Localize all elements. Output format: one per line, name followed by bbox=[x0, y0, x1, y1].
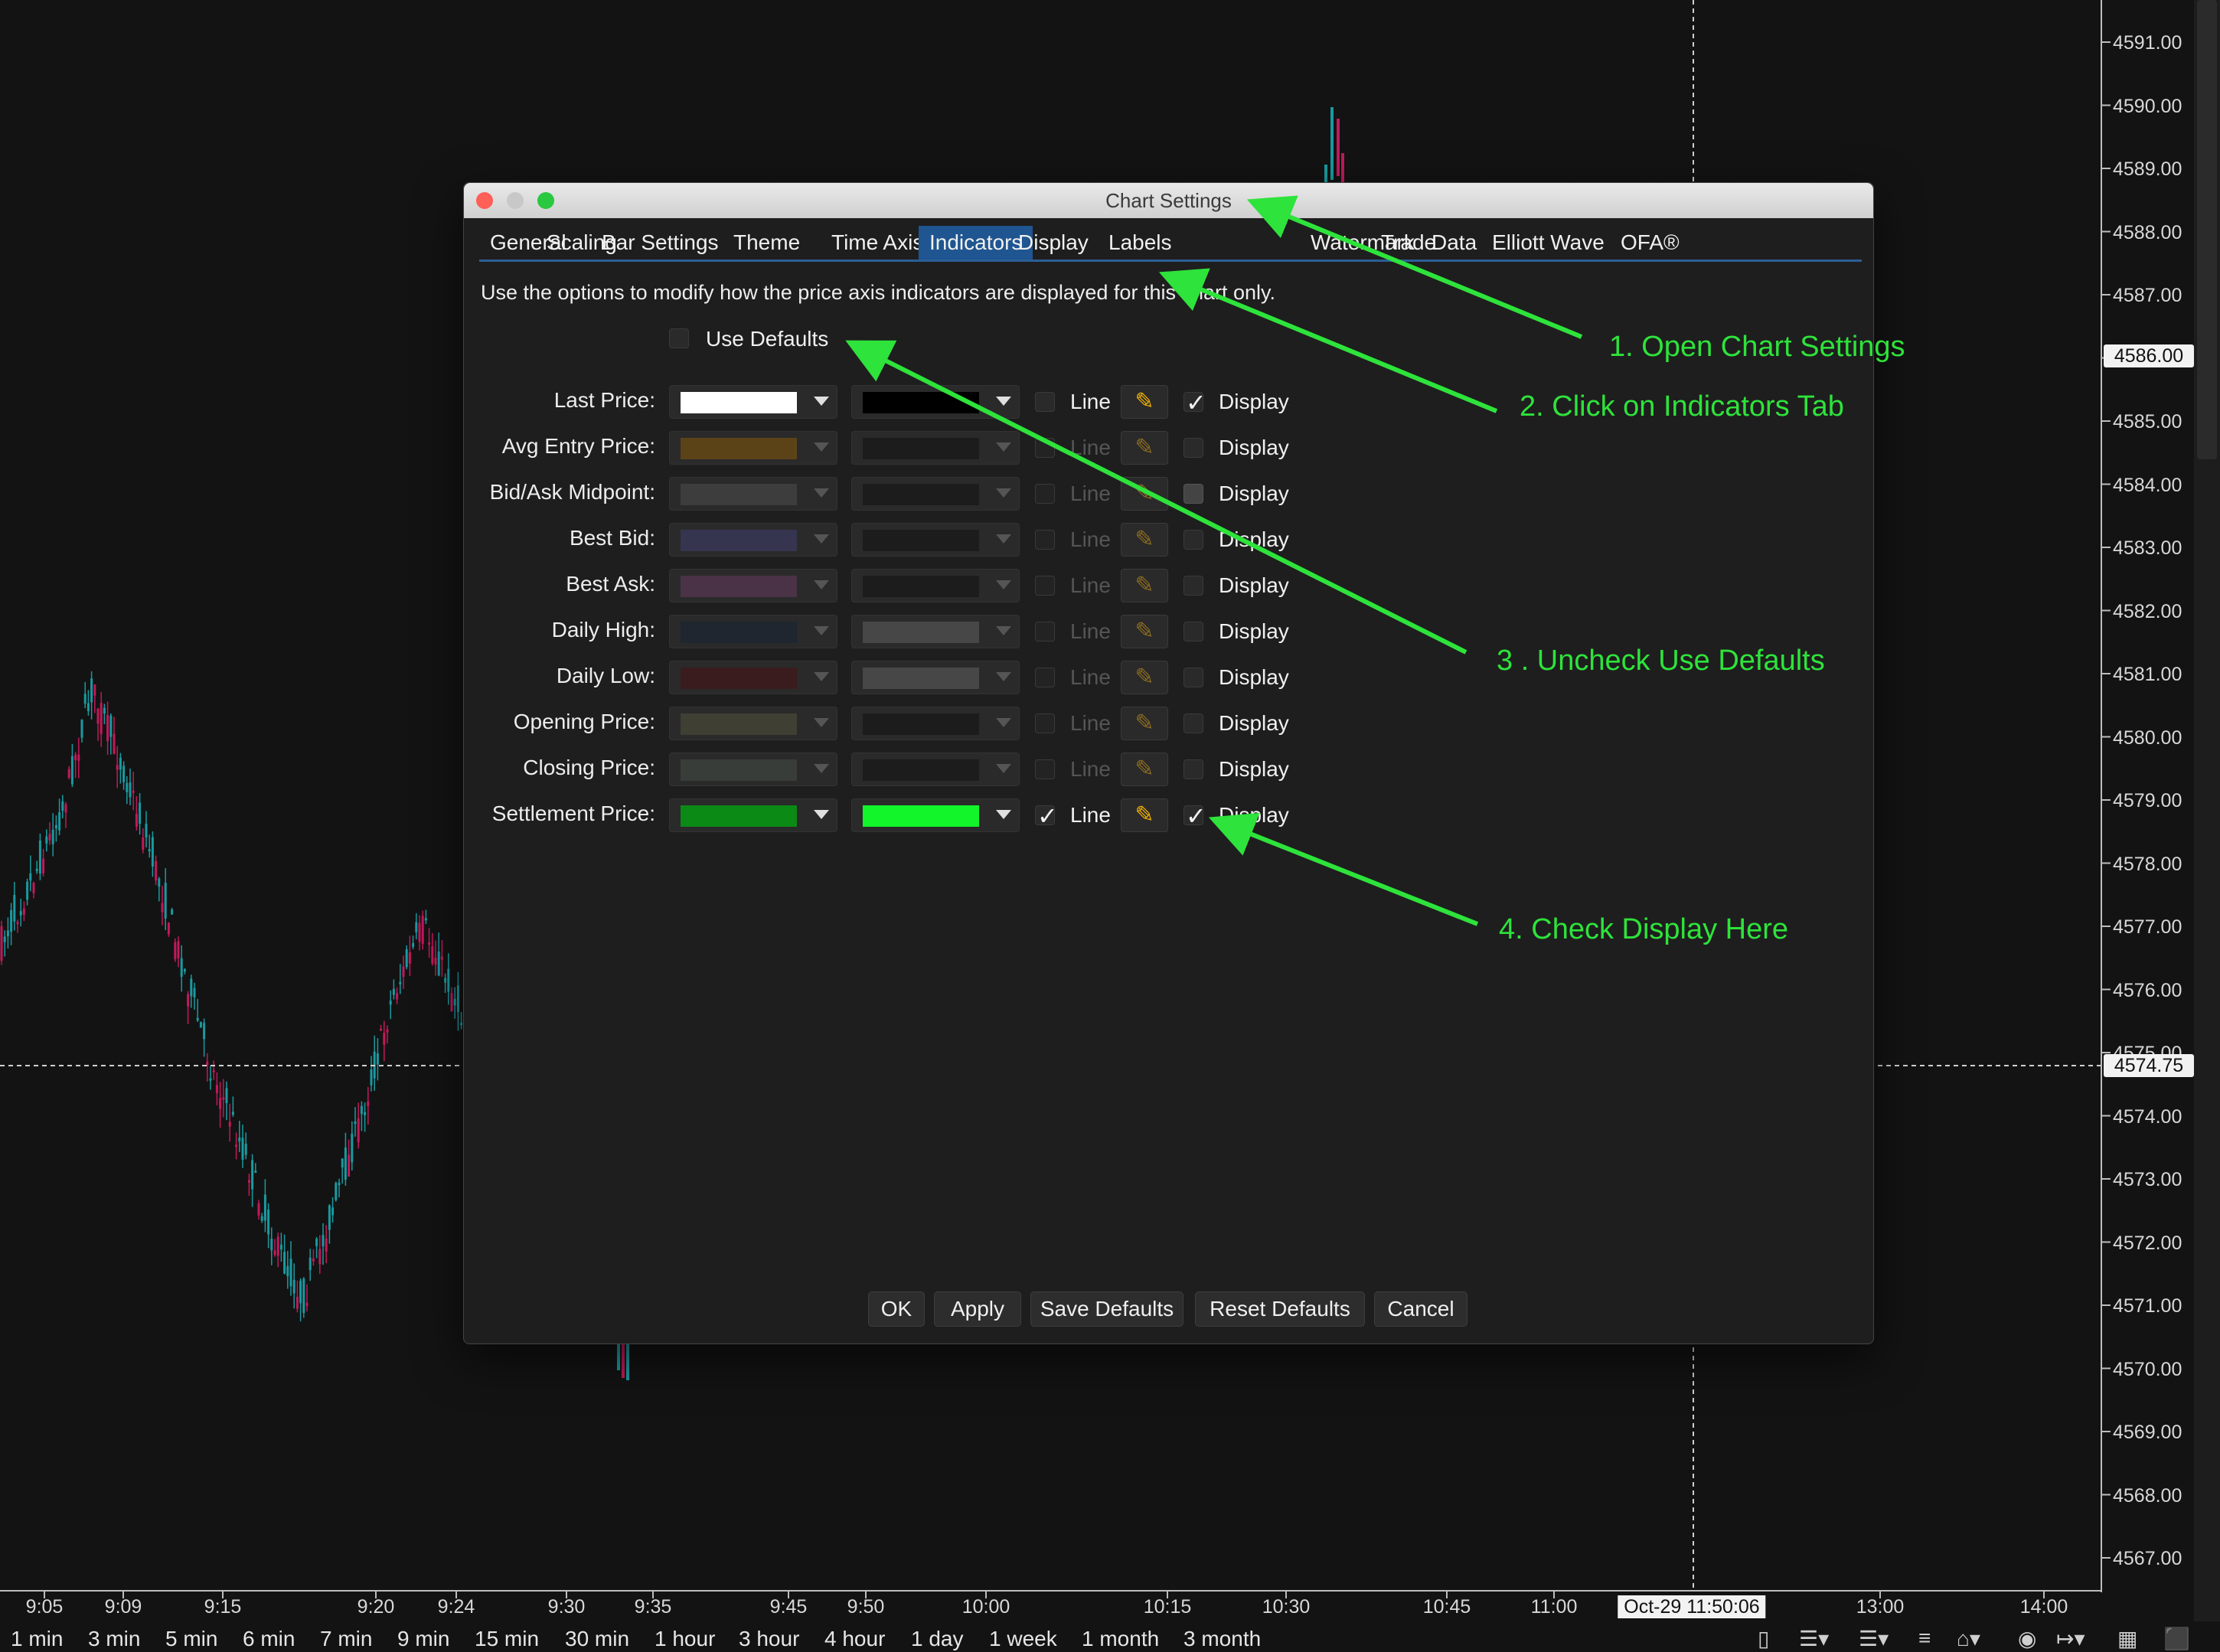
annotation-2: 2. Click on Indicators Tab bbox=[1520, 390, 1844, 423]
arrow-3 bbox=[845, 340, 1467, 655]
annotation-4: 4. Check Display Here bbox=[1499, 913, 1789, 945]
arrow-4 bbox=[1208, 812, 1479, 926]
annotation-arrows bbox=[845, 195, 1583, 926]
annotation-3: 3 . Uncheck Use Defaults bbox=[1497, 645, 1825, 677]
arrow-1 bbox=[1246, 195, 1583, 339]
annotation-1: 1. Open Chart Settings bbox=[1609, 331, 1905, 363]
arrow-2 bbox=[1158, 268, 1498, 413]
